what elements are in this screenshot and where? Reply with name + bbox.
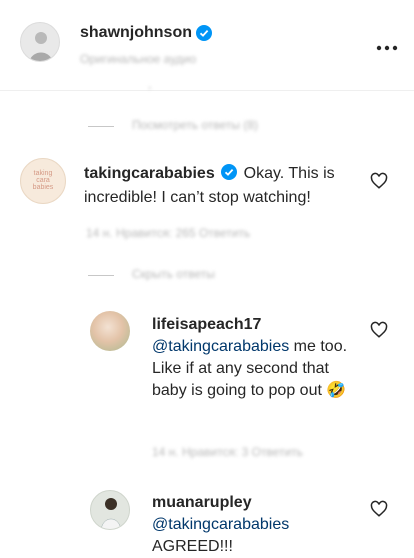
verified-badge-icon [196,25,212,46]
verified-badge-icon [221,164,238,187]
rolling-laughing-emoji: 🤣 [326,382,347,399]
avatar-logo-word: babies [32,184,54,191]
reply-meta: 14 н. Нравится: 3 Ответить [152,445,303,459]
blurred-fragment: , [148,77,152,91]
replies-dash [88,275,114,276]
reply-mention[interactable]: @takingcarababies [152,516,289,533]
reply-text: muanarupley @takingcarababies AGREED!!! [152,492,362,558]
person-silhouette-icon [29,32,53,61]
comment-meta: 14 н. Нравится: 265 Ответить [86,226,251,240]
person-photo-icon [101,498,121,529]
hide-replies-link[interactable]: Скрыть ответы [132,267,215,281]
reply-username[interactable]: muanarupley [152,494,252,511]
takingcarababies-avatar[interactable]: taking cara babies [20,158,66,204]
comment-username[interactable]: takingcarababies [84,165,215,182]
like-heart-icon[interactable] [370,321,388,339]
header-username[interactable]: shawnjohnson [80,24,192,42]
replies-dash [88,126,114,127]
header-subtitle: Оригинальное аудио [80,52,197,66]
reply-mention[interactable]: @takingcarababies [152,338,289,355]
like-heart-icon[interactable] [370,172,388,190]
like-heart-icon[interactable] [370,500,388,518]
reply-username[interactable]: lifeisapeach17 [152,316,261,333]
view-replies-link[interactable]: Посмотреть ответы (8) [132,118,258,132]
avatar-logo-word: cara [36,177,50,184]
more-options-icon[interactable] [376,38,398,56]
reply-text: lifeisapeach17 @takingcarababies me too.… [152,314,362,402]
muanarupley-avatar[interactable] [90,490,130,530]
comment-text: takingcarababies Okay. This is incredibl… [84,163,354,209]
reply-body: AGREED!!! [152,538,233,555]
shawnjohnson-avatar[interactable] [20,22,60,62]
header-divider [0,90,414,91]
lifeisapeach17-avatar[interactable] [90,311,130,351]
avatar-logo-word: taking [33,170,53,177]
